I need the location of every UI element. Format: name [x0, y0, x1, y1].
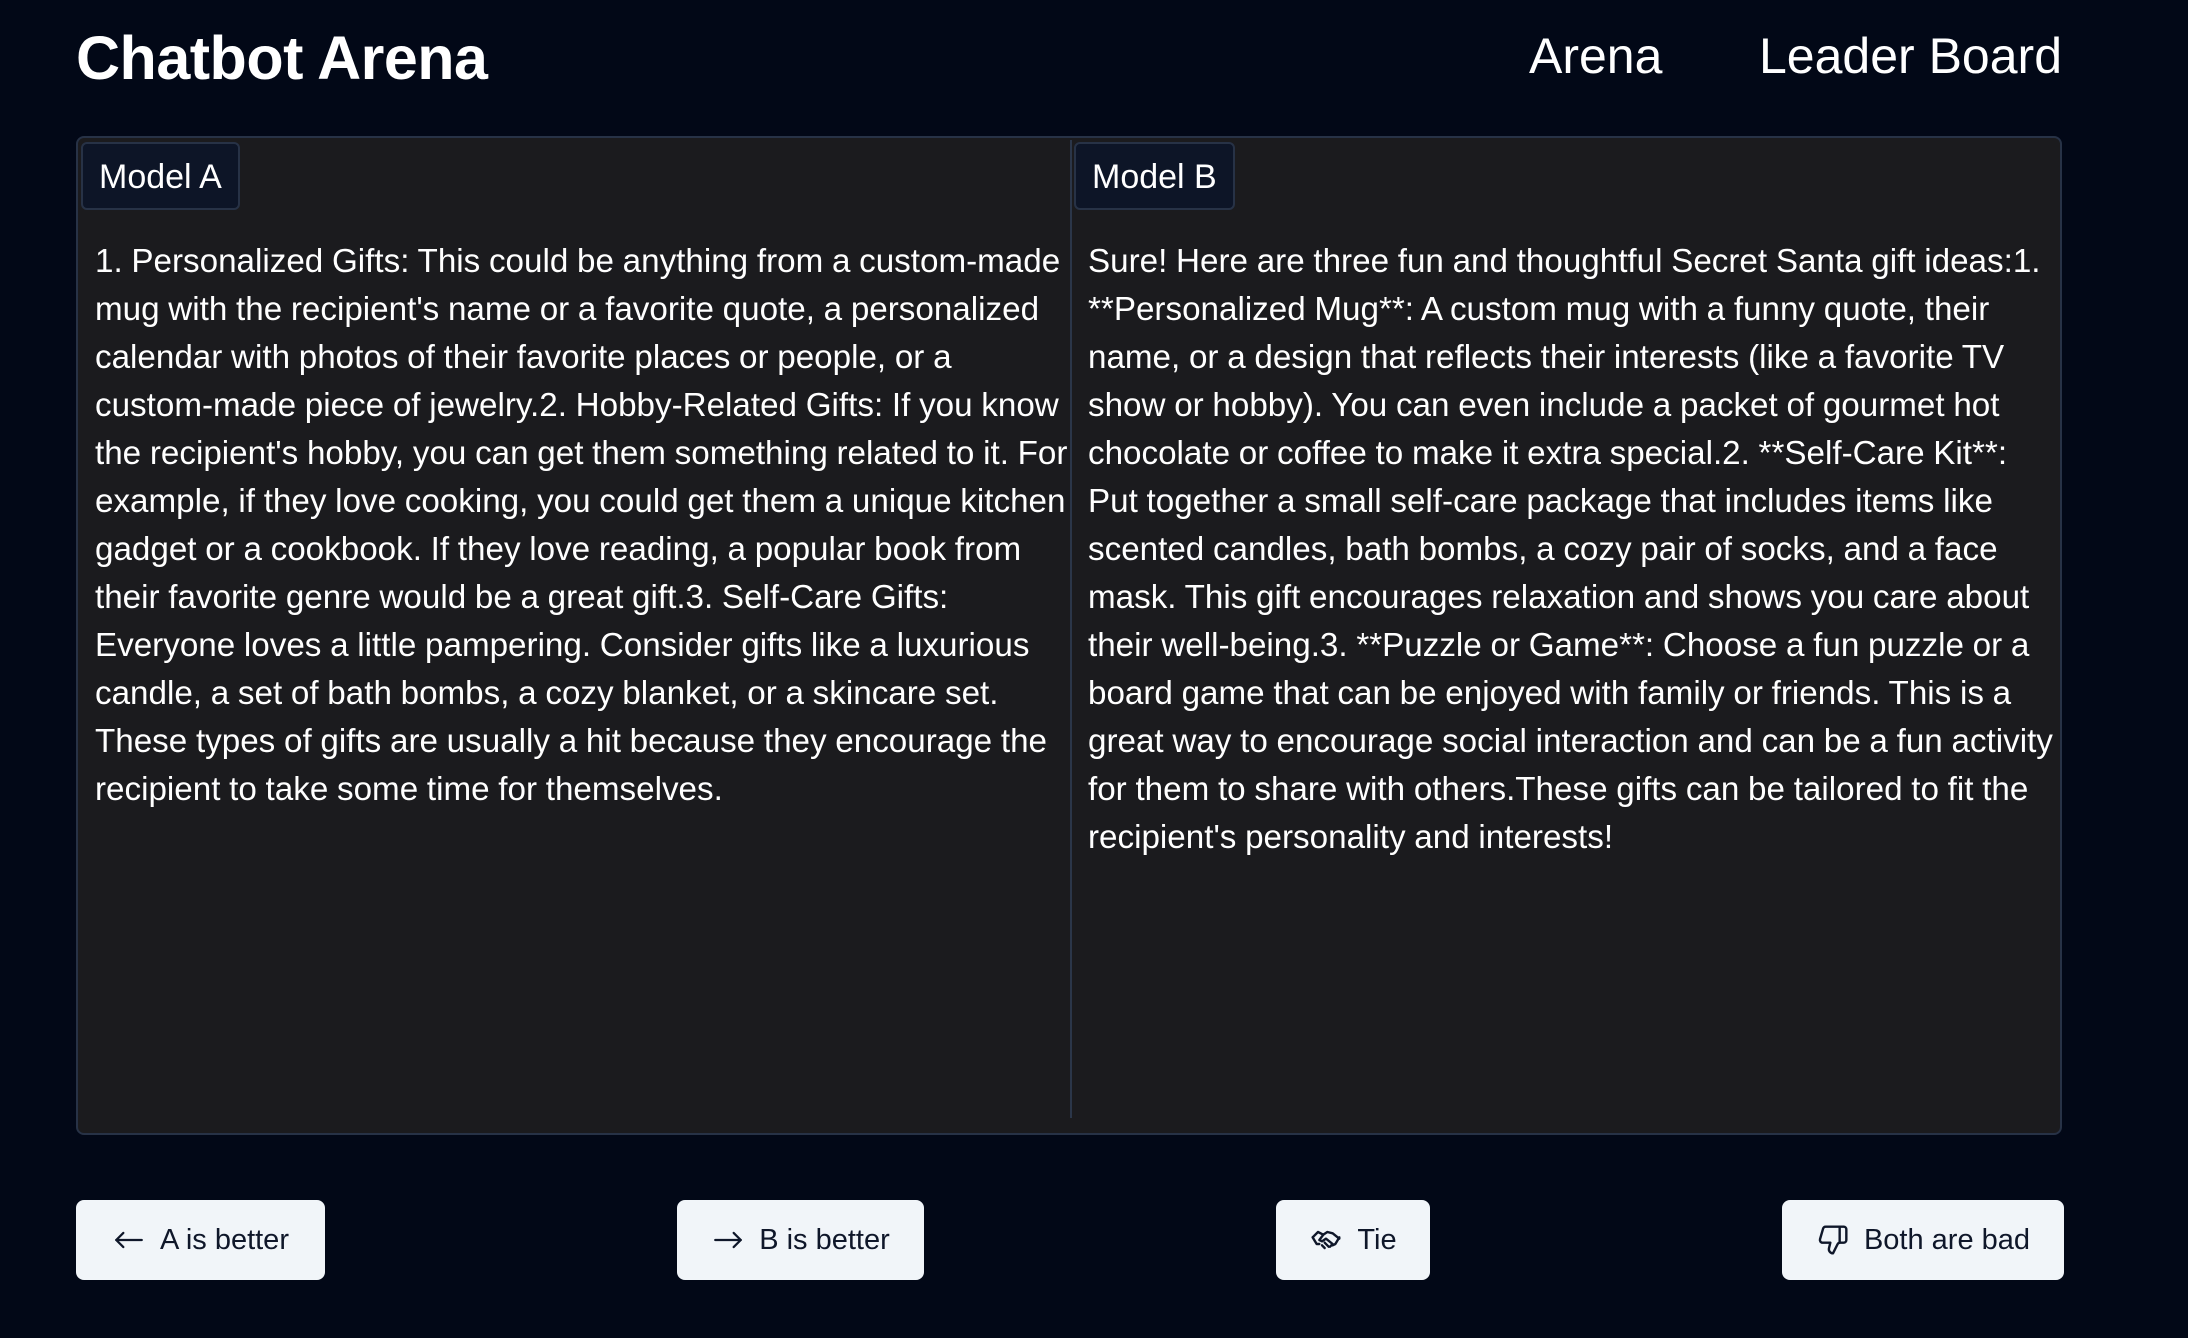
both-are-bad-button[interactable]: Both are bad: [1782, 1200, 2064, 1280]
tie-label: Tie: [1357, 1223, 1397, 1256]
tie-button[interactable]: Tie: [1276, 1200, 1430, 1280]
model-b-column: Model B Sure! Here are three fun and tho…: [1071, 138, 2061, 1133]
model-b-response: Sure! Here are three fun and thoughtful …: [1088, 243, 2053, 856]
arrow-left-icon: [112, 1223, 146, 1257]
model-a-label: Model A: [81, 142, 240, 210]
app-title: Chatbot Arena: [76, 24, 488, 92]
arrow-right-icon: [711, 1223, 745, 1257]
nav-link-leader-board[interactable]: Leader Board: [1759, 26, 2062, 86]
model-a-response: 1. Personalized Gifts: This could be any…: [95, 243, 1068, 808]
comparison-panel: Model A 1. Personalized Gifts: This coul…: [76, 136, 2062, 1135]
model-a-column: Model A 1. Personalized Gifts: This coul…: [78, 138, 1071, 1133]
model-b-label: Model B: [1074, 142, 1235, 210]
app-header: Chatbot Arena Arena Leader Board: [0, 0, 2188, 120]
b-is-better-label: B is better: [759, 1223, 890, 1256]
nav-link-arena[interactable]: Arena: [1529, 26, 1662, 86]
both-are-bad-label: Both are bad: [1863, 1223, 2031, 1256]
b-is-better-button[interactable]: B is better: [677, 1200, 924, 1280]
thumbs-down-icon: [1816, 1223, 1850, 1257]
handshake-icon: [1309, 1223, 1343, 1257]
a-is-better-label: A is better: [160, 1223, 289, 1256]
a-is-better-button[interactable]: A is better: [76, 1200, 325, 1280]
